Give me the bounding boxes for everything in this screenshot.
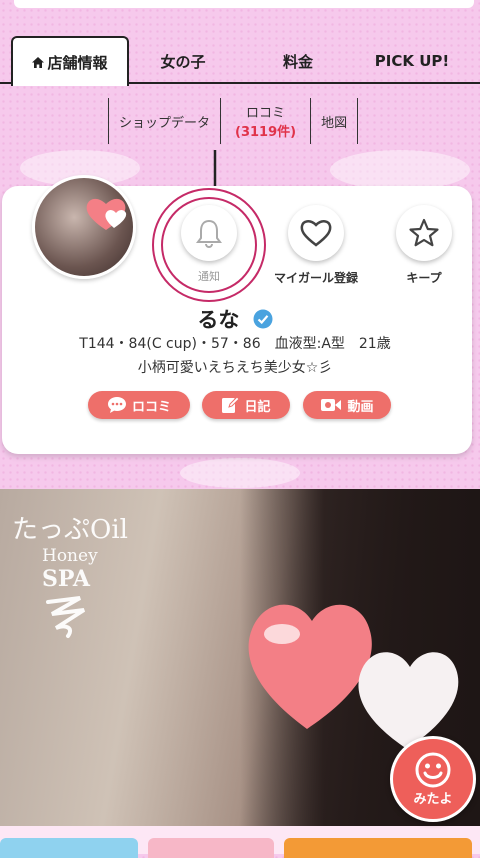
- review-button[interactable]: ロコミ: [88, 391, 190, 419]
- logo-line: SPA: [42, 566, 90, 592]
- bottom-button[interactable]: [0, 838, 138, 858]
- tab-shop-info[interactable]: 店舗情報: [11, 36, 129, 86]
- tab-label: 女の子: [160, 52, 206, 71]
- girl-spec: T144・84(C cup)・57・86 血液型:A型 21歳: [79, 336, 391, 352]
- logo-line: たっぷOil: [12, 515, 128, 545]
- heart-icon: [86, 198, 127, 230]
- tab-girls[interactable]: 女の子: [128, 38, 238, 84]
- subnav-label: 地図: [321, 115, 348, 131]
- subnav-label: ロコミ: [246, 106, 286, 121]
- subnav-label: ショップデータ: [119, 115, 211, 131]
- background-decoration: [330, 150, 470, 190]
- notify-button[interactable]: [181, 205, 237, 261]
- keep-button[interactable]: [396, 205, 452, 261]
- tab-pickup[interactable]: PICK UP!: [358, 38, 466, 84]
- bottom-button[interactable]: [148, 838, 274, 858]
- main-tabs: 店舗情報 女の子 料金 PICK UP!: [0, 36, 480, 86]
- edit-icon: [222, 396, 240, 413]
- tab-label: 料金: [282, 52, 313, 71]
- video-button-label: 動画: [347, 399, 374, 415]
- avatar[interactable]: [32, 175, 136, 279]
- review-count: (3119件): [235, 125, 297, 140]
- diary-button-label: 日記: [244, 399, 271, 415]
- tab-label: PICK UP!: [374, 52, 450, 70]
- sub-navigation: ショップデータ ロコミ (3119件) 地図: [108, 98, 359, 144]
- shop-logo-watermark: たっぷOil Honey SPA: [12, 509, 128, 646]
- mitayo-button[interactable]: みたよ: [390, 736, 476, 822]
- my-girl-label: マイガール登録: [273, 271, 358, 285]
- tab-price[interactable]: 料金: [240, 38, 356, 84]
- heart-sticker-icon: [248, 604, 459, 749]
- subnav-shop-data[interactable]: ショップデータ: [108, 98, 220, 144]
- top-edge-bar: [14, 0, 474, 8]
- bottom-button[interactable]: [284, 838, 472, 858]
- mitayo-label: みたよ: [413, 791, 453, 807]
- background-decoration: [180, 458, 300, 488]
- heart-outline-icon: [300, 220, 332, 247]
- chat-bubble-icon: [107, 397, 126, 413]
- subnav-reviews[interactable]: ロコミ (3119件): [220, 98, 310, 144]
- review-button-label: ロコミ: [131, 399, 171, 415]
- smiley-icon: [415, 752, 451, 787]
- verified-icon: [253, 309, 273, 329]
- girl-catchphrase: 小柄可愛いえちえち美少女☆彡: [137, 360, 333, 376]
- my-girl-button[interactable]: [288, 205, 344, 261]
- girl-name-text: るな: [197, 308, 240, 332]
- diary-button[interactable]: 日記: [202, 391, 290, 419]
- video-button[interactable]: 動画: [303, 391, 391, 419]
- keep-label: キープ: [406, 271, 442, 285]
- notify-label: 通知: [198, 270, 220, 283]
- logo-line: Honey: [42, 546, 98, 566]
- tab-label: 店舗情報: [47, 53, 108, 72]
- star-icon: [409, 218, 439, 247]
- subnav-map[interactable]: 地図: [310, 98, 359, 144]
- video-camera-icon: [321, 399, 342, 411]
- home-icon: [32, 56, 45, 68]
- girl-name: るな: [0, 304, 470, 334]
- bell-icon: [196, 219, 222, 248]
- wave-logo-icon: [46, 596, 86, 638]
